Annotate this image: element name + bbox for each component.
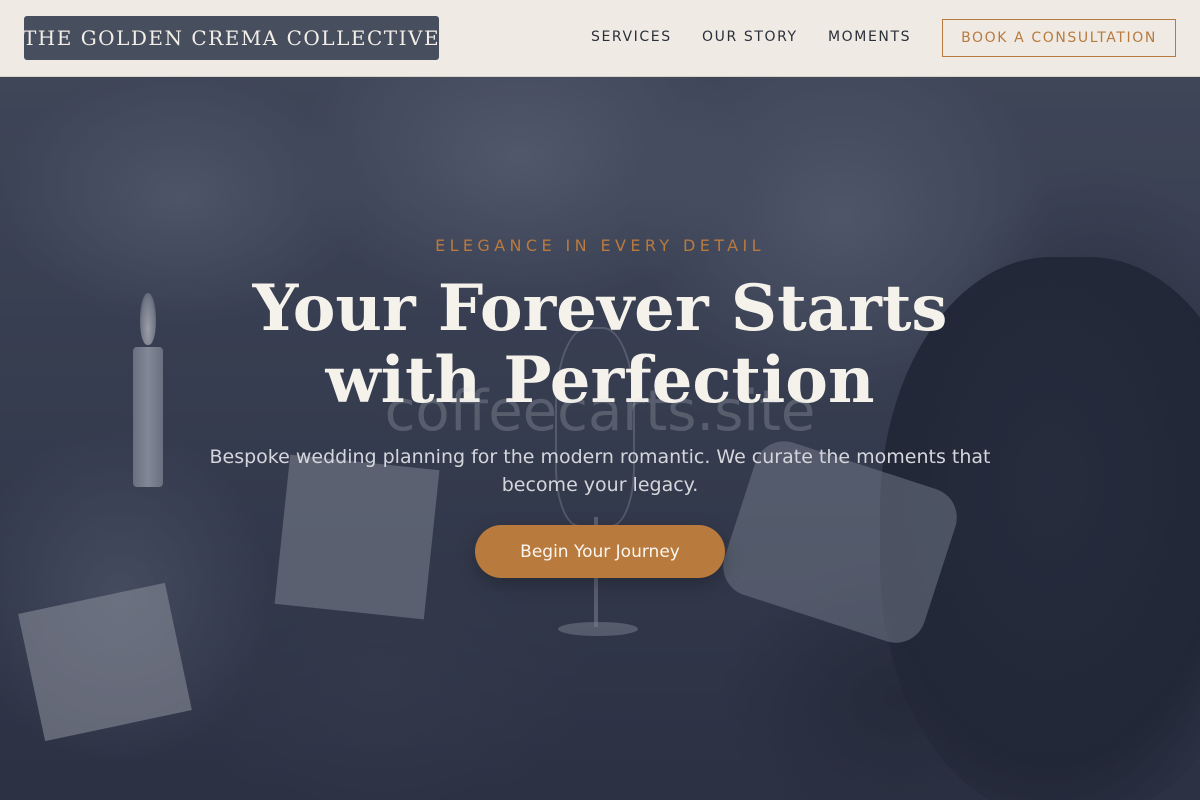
book-consultation-button[interactable]: BOOK A CONSULTATION (942, 19, 1176, 57)
hero-eyebrow: ELEGANCE IN EVERY DETAIL (435, 236, 765, 255)
begin-journey-button[interactable]: Begin Your Journey (475, 525, 725, 578)
hero-section: ELEGANCE IN EVERY DETAIL Your Forever St… (0, 77, 1200, 800)
watermark-text: coffeecarts.site (384, 379, 816, 444)
site-header: THE GOLDEN CREMA COLLECTIVE SERVICES OUR… (0, 0, 1200, 77)
nav-link-services[interactable]: SERVICES (591, 29, 672, 45)
nav-link-moments[interactable]: MOMENTS (828, 29, 911, 45)
brand-logo[interactable]: THE GOLDEN CREMA COLLECTIVE (23, 16, 439, 60)
hero-content: ELEGANCE IN EVERY DETAIL Your Forever St… (0, 77, 1200, 800)
hero-subtitle: Bespoke wedding planning for the modern … (209, 446, 991, 496)
nav-link-our-story[interactable]: OUR STORY (702, 29, 798, 45)
